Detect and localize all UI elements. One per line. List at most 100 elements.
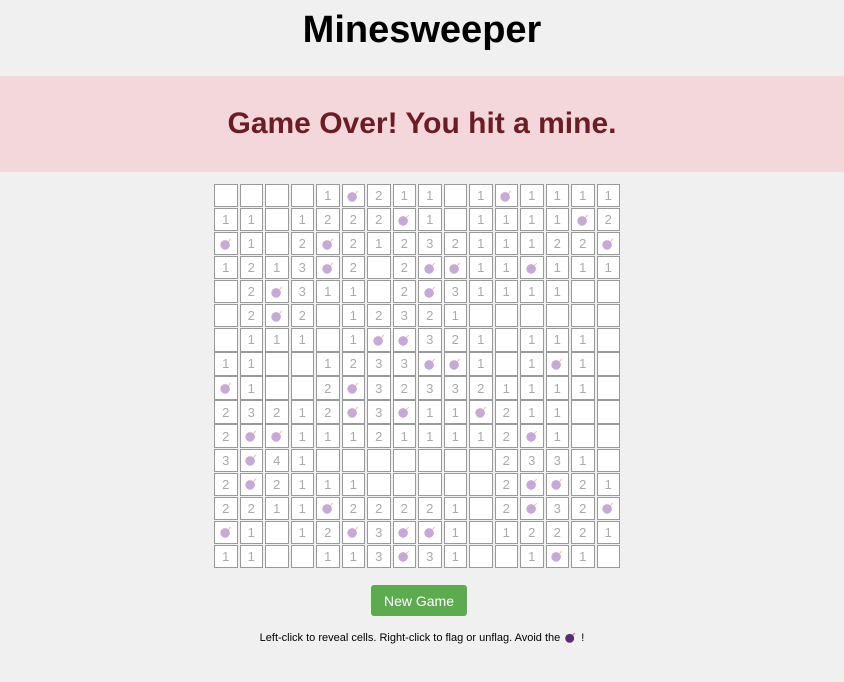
number-cell[interactable]: 1 [392,184,416,208]
number-cell[interactable]: 1 [494,376,518,400]
mine-cell[interactable] [443,352,467,376]
empty-cell[interactable] [265,520,289,544]
number-cell[interactable]: 1 [341,328,365,352]
empty-cell[interactable] [290,184,314,208]
number-cell[interactable]: 1 [469,184,493,208]
empty-cell[interactable] [392,472,416,496]
empty-cell[interactable] [596,352,620,376]
number-cell[interactable]: 1 [571,376,595,400]
mine-cell[interactable] [392,328,416,352]
empty-cell[interactable] [520,304,544,328]
number-cell[interactable]: 1 [494,208,518,232]
number-cell[interactable]: 2 [571,496,595,520]
empty-cell[interactable] [367,448,391,472]
empty-cell[interactable] [494,544,518,568]
empty-cell[interactable] [265,184,289,208]
number-cell[interactable]: 1 [469,280,493,304]
mine-cell[interactable] [214,376,238,400]
number-cell[interactable]: 1 [316,352,340,376]
number-cell[interactable]: 1 [290,208,314,232]
number-cell[interactable]: 1 [316,424,340,448]
number-cell[interactable]: 2 [494,400,518,424]
number-cell[interactable]: 1 [214,256,238,280]
number-cell[interactable]: 1 [520,184,544,208]
number-cell[interactable]: 2 [367,304,391,328]
number-cell[interactable]: 2 [341,256,365,280]
number-cell[interactable]: 1 [545,328,569,352]
number-cell[interactable]: 1 [494,280,518,304]
empty-cell[interactable] [596,328,620,352]
mine-cell[interactable] [214,232,238,256]
number-cell[interactable]: 2 [316,520,340,544]
empty-cell[interactable] [596,304,620,328]
number-cell[interactable]: 1 [494,232,518,256]
number-cell[interactable]: 3 [443,376,467,400]
empty-cell[interactable] [443,184,467,208]
empty-cell[interactable] [214,184,238,208]
number-cell[interactable]: 1 [545,280,569,304]
number-cell[interactable]: 1 [520,280,544,304]
number-cell[interactable]: 2 [341,232,365,256]
number-cell[interactable]: 1 [443,520,467,544]
mine-cell[interactable] [469,400,493,424]
number-cell[interactable]: 1 [520,232,544,256]
empty-cell[interactable] [469,304,493,328]
number-cell[interactable]: 1 [443,304,467,328]
number-cell[interactable]: 2 [265,400,289,424]
number-cell[interactable]: 2 [392,496,416,520]
empty-cell[interactable] [265,208,289,232]
number-cell[interactable]: 1 [571,328,595,352]
number-cell[interactable]: 1 [239,544,263,568]
number-cell[interactable]: 2 [367,424,391,448]
number-cell[interactable]: 3 [418,328,442,352]
mine-cell[interactable] [520,256,544,280]
number-cell[interactable]: 3 [392,352,416,376]
number-cell[interactable]: 1 [316,184,340,208]
number-cell[interactable]: 1 [341,280,365,304]
empty-cell[interactable] [443,448,467,472]
number-cell[interactable]: 2 [214,400,238,424]
mine-cell[interactable] [341,520,365,544]
empty-cell[interactable] [596,424,620,448]
number-cell[interactable]: 1 [341,472,365,496]
number-cell[interactable]: 1 [545,256,569,280]
number-cell[interactable]: 2 [469,376,493,400]
mine-cell[interactable] [418,520,442,544]
number-cell[interactable]: 2 [367,208,391,232]
empty-cell[interactable] [596,544,620,568]
number-cell[interactable]: 3 [367,544,391,568]
number-cell[interactable]: 3 [545,496,569,520]
number-cell[interactable]: 3 [290,256,314,280]
number-cell[interactable]: 1 [418,400,442,424]
empty-cell[interactable] [239,184,263,208]
number-cell[interactable]: 1 [239,208,263,232]
mine-cell[interactable] [392,544,416,568]
mine-cell[interactable] [265,304,289,328]
empty-cell[interactable] [367,280,391,304]
number-cell[interactable]: 3 [367,400,391,424]
number-cell[interactable]: 1 [520,400,544,424]
mine-cell[interactable] [239,424,263,448]
empty-cell[interactable] [290,544,314,568]
number-cell[interactable]: 2 [545,232,569,256]
number-cell[interactable]: 1 [469,352,493,376]
number-cell[interactable]: 2 [265,472,289,496]
empty-cell[interactable] [214,328,238,352]
mine-cell[interactable] [545,544,569,568]
number-cell[interactable]: 2 [290,304,314,328]
number-cell[interactable]: 3 [418,376,442,400]
number-cell[interactable]: 3 [418,232,442,256]
empty-cell[interactable] [367,472,391,496]
mine-cell[interactable] [494,184,518,208]
empty-cell[interactable] [265,352,289,376]
empty-cell[interactable] [571,400,595,424]
new-game-button[interactable]: New Game [371,585,467,616]
empty-cell[interactable] [214,304,238,328]
number-cell[interactable]: 1 [443,544,467,568]
mine-cell[interactable] [392,400,416,424]
number-cell[interactable]: 2 [494,496,518,520]
mine-cell[interactable] [418,280,442,304]
number-cell[interactable]: 1 [418,208,442,232]
mine-cell[interactable] [418,256,442,280]
number-cell[interactable]: 1 [290,472,314,496]
